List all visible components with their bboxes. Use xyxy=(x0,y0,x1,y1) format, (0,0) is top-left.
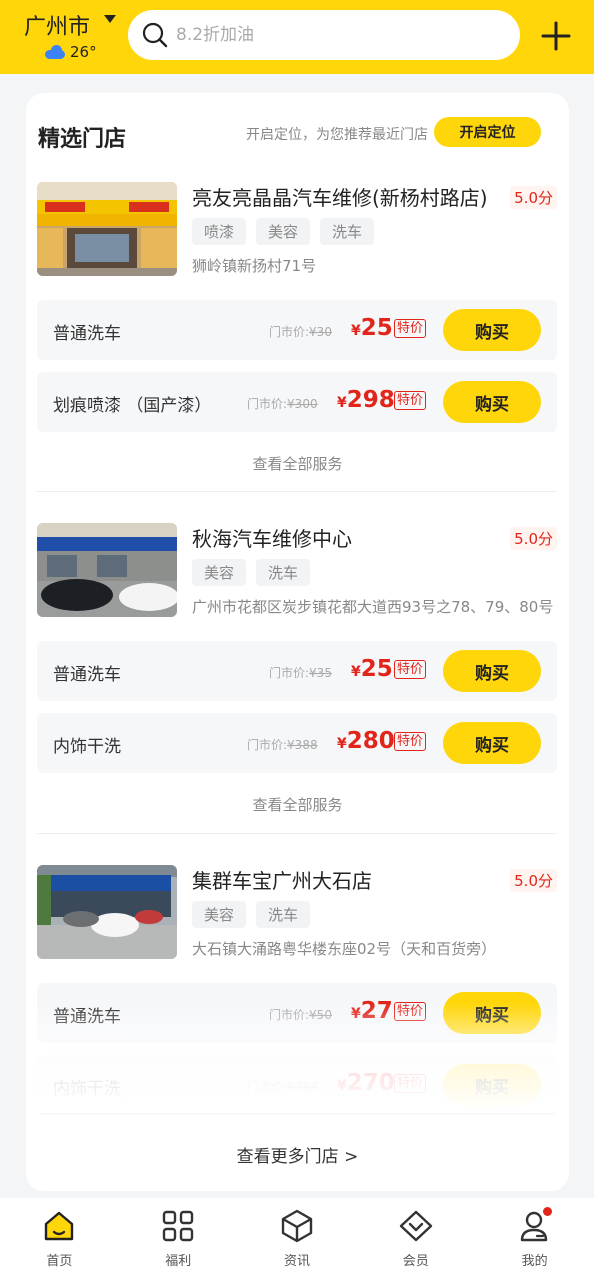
market-price: 门市价:¥35 xyxy=(269,666,332,680)
service-row[interactable]: 划痕喷漆 （国产漆） 门市价:¥300 ¥298 特价 购买 xyxy=(37,372,557,432)
see-all-services-link[interactable]: 查看全部服务 xyxy=(26,794,569,815)
caret-down-icon[interactable] xyxy=(104,15,116,23)
market-price: 门市价:¥388 xyxy=(247,738,318,752)
service-row[interactable]: 内饰干洗 门市价:¥388 ¥280 特价 购买 xyxy=(37,713,557,773)
tab-home[interactable]: 首页 xyxy=(0,1198,119,1280)
tag: 美容 xyxy=(256,218,311,245)
market-price: 门市价:¥300 xyxy=(247,397,318,411)
cube-icon xyxy=(281,1209,313,1243)
service-name: 内饰干洗 xyxy=(53,1079,121,1099)
service-tags: 美容 洗车 xyxy=(192,901,311,928)
buy-button[interactable]: 购买 xyxy=(443,992,541,1034)
store-score: 5.0分 xyxy=(510,527,557,550)
weather-indicator: 26° xyxy=(44,43,97,61)
store-photo xyxy=(37,865,177,959)
service-row[interactable]: 普通洗车 门市价:¥50 ¥27 特价 购买 xyxy=(37,983,557,1043)
service-tags: 喷漆 美容 洗车 xyxy=(192,218,375,245)
grid-icon xyxy=(162,1210,194,1242)
buy-button[interactable]: 购买 xyxy=(443,722,541,764)
search-bar[interactable] xyxy=(128,10,520,60)
service-row[interactable]: 内饰干洗 门市价:¥368 ¥270 特价 购买 xyxy=(37,1055,557,1115)
store-address: 狮岭镇新扬村71号 xyxy=(192,257,317,275)
divider xyxy=(37,491,557,492)
sale-price: ¥25 xyxy=(351,315,393,341)
tag: 洗车 xyxy=(320,218,375,245)
store-photo xyxy=(37,182,177,276)
buy-button[interactable]: 购买 xyxy=(443,381,541,423)
special-badge: 特价 xyxy=(394,1074,427,1093)
more-stores-link[interactable]: 查看更多门店 > xyxy=(26,1142,569,1167)
enable-location-button[interactable]: 开启定位 xyxy=(434,117,541,147)
service-name: 划痕喷漆 （国产漆） xyxy=(53,396,212,416)
plus-icon[interactable] xyxy=(540,20,572,52)
tag: 洗车 xyxy=(256,901,311,928)
tag: 喷漆 xyxy=(192,218,247,245)
tab-label: 福利 xyxy=(165,1254,192,1269)
market-price: 门市价:¥30 xyxy=(269,325,332,339)
buy-button[interactable]: 购买 xyxy=(443,309,541,351)
store-score: 5.0分 xyxy=(510,186,557,209)
buy-button[interactable]: 购买 xyxy=(443,650,541,692)
sale-price: ¥27 xyxy=(351,998,393,1024)
special-badge: 特价 xyxy=(394,660,427,679)
sale-price: ¥270 xyxy=(337,1070,395,1096)
tab-label: 资讯 xyxy=(283,1254,310,1269)
service-name: 普通洗车 xyxy=(53,665,121,685)
market-price: 门市价:¥368 xyxy=(247,1080,318,1094)
city-selector[interactable]: 广州市 xyxy=(24,9,90,41)
tag: 美容 xyxy=(192,559,247,586)
service-name: 普通洗车 xyxy=(53,1007,121,1027)
tab-label: 会员 xyxy=(402,1254,429,1269)
search-icon xyxy=(142,22,168,48)
service-tags: 美容 洗车 xyxy=(192,559,311,586)
special-badge: 特价 xyxy=(394,732,427,751)
store-address: 广州市花都区炭步镇花都大道西93号之78、79、80号 xyxy=(192,598,554,616)
tab-news[interactable]: 资讯 xyxy=(238,1198,357,1280)
service-row[interactable]: 普通洗车 门市价:¥30 ¥25 特价 购买 xyxy=(37,300,557,360)
location-hint: 开启定位，为您推荐最近门店 xyxy=(246,127,428,143)
special-badge: 特价 xyxy=(394,391,427,410)
market-price: 门市价:¥50 xyxy=(269,1008,332,1022)
store-photo xyxy=(37,523,177,617)
top-header: 广州市 26° xyxy=(0,0,594,74)
tag: 洗车 xyxy=(256,559,311,586)
cloud-icon xyxy=(44,45,66,59)
section-title: 精选门店 xyxy=(38,127,127,152)
bottom-tab-bar: 首页 福利 资讯 会员 我的 xyxy=(0,1198,594,1280)
temperature: 26° xyxy=(70,43,97,61)
special-badge: 特价 xyxy=(394,319,427,338)
tab-member[interactable]: 会员 xyxy=(356,1198,475,1280)
search-input[interactable] xyxy=(176,25,476,45)
see-all-services-link[interactable]: 查看全部服务 xyxy=(26,453,569,474)
divider xyxy=(37,833,557,834)
store-address: 大石镇大涌路粤华楼东座02号（天和百货旁） xyxy=(192,940,497,958)
tab-welfare[interactable]: 福利 xyxy=(119,1198,238,1280)
tab-label: 我的 xyxy=(521,1254,548,1269)
featured-stores-card: 精选门店 开启定位，为您推荐最近门店 开启定位 亮友亮晶晶汽车维修(新杨村路店)… xyxy=(26,93,569,1191)
store-name[interactable]: 秋海汽车维修中心 xyxy=(192,523,352,552)
home-icon xyxy=(45,1211,74,1241)
sale-price: ¥25 xyxy=(351,656,393,682)
store-score: 5.0分 xyxy=(510,869,557,892)
buy-button[interactable]: 购买 xyxy=(443,1064,541,1106)
sale-price: ¥298 xyxy=(337,387,395,413)
sale-price: ¥280 xyxy=(337,728,395,754)
diamond-icon xyxy=(399,1210,432,1242)
tab-mine[interactable]: 我的 xyxy=(475,1198,594,1280)
service-name: 普通洗车 xyxy=(53,324,121,344)
tab-label: 首页 xyxy=(46,1254,73,1269)
store-name[interactable]: 亮友亮晶晶汽车维修(新杨村路店) xyxy=(192,182,488,211)
special-badge: 特价 xyxy=(394,1002,427,1021)
service-name: 内饰干洗 xyxy=(53,737,121,757)
service-row[interactable]: 普通洗车 门市价:¥35 ¥25 特价 购买 xyxy=(37,641,557,701)
store-name[interactable]: 集群车宝广州大石店 xyxy=(192,865,372,894)
tag: 美容 xyxy=(192,901,247,928)
